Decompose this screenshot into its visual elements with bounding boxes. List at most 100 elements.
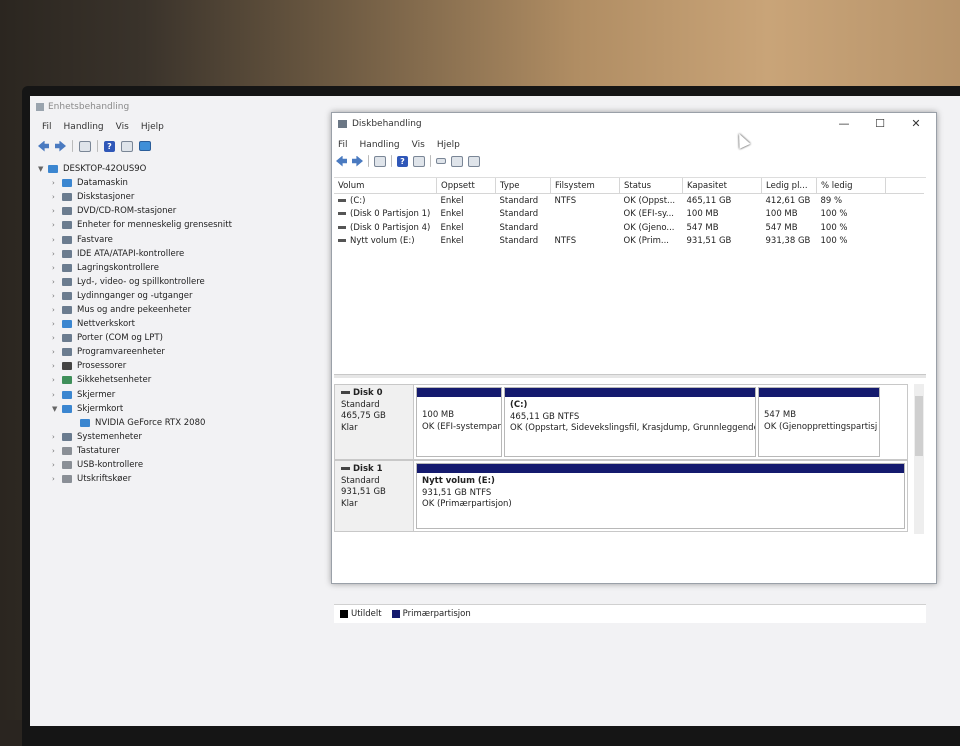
tree-category-item[interactable]: › Diskstasjoner <box>38 190 232 204</box>
disk-1-label[interactable]: Disk 1 Standard 931,51 GB Klar <box>334 460 414 532</box>
help-icon[interactable]: ? <box>397 155 408 167</box>
tree-category-item[interactable]: › Lydinnganger og -utganger <box>38 289 232 303</box>
expand-icon[interactable]: › <box>52 306 62 314</box>
partition-bar <box>759 388 879 397</box>
pane-splitter[interactable] <box>334 374 926 378</box>
tree-category-item[interactable]: › Nettverkskort <box>38 317 232 331</box>
volume-cell: 100 MB <box>762 208 817 222</box>
expand-icon[interactable]: › <box>52 193 62 201</box>
back-icon[interactable] <box>38 140 49 152</box>
tree-category-item[interactable]: › Enheter for menneskelig grensesnitt <box>38 218 232 232</box>
document-icon[interactable] <box>468 155 480 167</box>
tree-category-item[interactable]: › DVD/CD-ROM-stasjoner <box>38 204 232 218</box>
tree-item-label: Tastaturer <box>77 445 120 456</box>
expand-icon[interactable]: › <box>52 447 62 455</box>
menu-view[interactable]: Vis <box>412 140 425 150</box>
forward-icon[interactable] <box>55 140 66 152</box>
printer-icon <box>62 475 72 484</box>
properties-icon[interactable] <box>79 140 91 152</box>
tree-category-item[interactable]: › Lagringskontrollere <box>38 261 232 275</box>
tree-category-item[interactable]: ▼ Skjermkort <box>38 402 232 416</box>
expand-icon[interactable]: › <box>52 292 62 300</box>
expand-icon[interactable]: › <box>52 348 62 356</box>
volume-cell-text: OK (EFI-sy... <box>623 209 674 220</box>
col-type[interactable]: Type <box>495 178 551 194</box>
tree-category-item[interactable]: › IDE ATA/ATAPI-kontrollere <box>38 247 232 261</box>
graphic-view-icon[interactable] <box>413 155 425 167</box>
disk-0-partition-c[interactable]: (C:) 465,11 GB NTFS OK (Oppstart, Sideve… <box>504 387 756 457</box>
tree-root[interactable]: ▼ DESKTOP-42OUS9O <box>38 162 232 176</box>
col-ledig[interactable]: Ledig pl... <box>761 178 817 194</box>
expand-icon[interactable]: › <box>52 475 62 483</box>
expand-icon[interactable]: › <box>52 461 62 469</box>
expand-icon[interactable]: › <box>52 362 62 370</box>
menu-help[interactable]: Hjelp <box>437 140 460 150</box>
tree-category-item[interactable]: › Tastaturer <box>38 444 232 458</box>
volume-table-header: Volum Oppsett Type Filsystem Status Kapa… <box>334 178 924 194</box>
expand-icon[interactable]: › <box>52 264 62 272</box>
view-icon[interactable] <box>121 140 133 152</box>
back-icon[interactable] <box>336 155 347 167</box>
expand-icon[interactable]: › <box>52 278 62 286</box>
volume-cell: 547 MB <box>762 221 817 235</box>
tree-category-item[interactable]: › Fastvare <box>38 232 232 246</box>
menu-view[interactable]: Vis <box>116 122 129 132</box>
tree-category-item[interactable]: › Skjermer <box>38 388 232 402</box>
menu-help[interactable]: Hjelp <box>141 122 164 132</box>
help-icon[interactable]: ? <box>104 140 115 152</box>
tree-category-item[interactable]: › Programvareenheter <box>38 345 232 359</box>
list-view-icon[interactable] <box>374 155 386 167</box>
check-icon[interactable] <box>451 155 463 167</box>
minimize-button[interactable]: — <box>826 117 862 131</box>
collapse-icon[interactable]: ▼ <box>52 405 62 413</box>
menu-action[interactable]: Handling <box>360 140 400 150</box>
volume-row[interactable]: (Disk 0 Partisjon 1) Enkel Standard OK (EFI… <box>334 208 924 222</box>
tree-category-item[interactable]: › Lyd-, video- og spillkontrollere <box>38 275 232 289</box>
col-oppsett[interactable]: Oppsett <box>436 178 496 194</box>
tree-category-item[interactable]: › Porter (COM og LPT) <box>38 331 232 345</box>
tree-category-item[interactable]: › Sikkehetsenheter <box>38 373 232 387</box>
expand-icon[interactable]: › <box>52 433 62 441</box>
expand-icon[interactable]: › <box>52 179 62 187</box>
expand-icon[interactable]: › <box>52 236 62 244</box>
volume-cell: Enkel <box>437 194 496 208</box>
tree-category-item[interactable]: › Utskriftskøer <box>38 472 232 486</box>
col-volum[interactable]: Volum <box>334 178 437 194</box>
disk-1-partition-e[interactable]: Nytt volum (E:) 931,51 GB NTFS OK (Primæ… <box>416 463 905 529</box>
maximize-button[interactable]: ☐ <box>862 117 898 131</box>
connect-icon[interactable] <box>436 158 446 164</box>
menu-file[interactable]: Fil <box>338 140 348 150</box>
volume-row[interactable]: (C:) Enkel Standard NTFS OK (Oppst... 465,11 … <box>334 194 924 208</box>
expand-icon[interactable]: › <box>52 334 62 342</box>
expand-icon[interactable]: › <box>52 320 62 328</box>
volume-row[interactable]: Nytt volum (E:) Enkel Standard NTFS OK (Prim… <box>334 235 924 249</box>
close-button[interactable]: ✕ <box>898 117 934 131</box>
expand-icon[interactable]: › <box>52 221 62 229</box>
scan-hardware-icon[interactable] <box>139 141 151 151</box>
forward-icon[interactable] <box>352 155 363 167</box>
menu-action[interactable]: Handling <box>64 122 104 132</box>
col-status[interactable]: Status <box>619 178 683 194</box>
expand-icon[interactable]: › <box>52 376 62 384</box>
col-kapasitet[interactable]: Kapasitet <box>682 178 762 194</box>
disk-0-partition-recovery[interactable]: 547 MB OK (Gjenopprettingspartisj <box>758 387 880 457</box>
scrollbar-thumb[interactable] <box>915 396 923 456</box>
tree-device-item[interactable]: NVIDIA GeForce RTX 2080 <box>38 416 232 430</box>
expand-icon[interactable]: › <box>52 391 62 399</box>
tree-category-item[interactable]: › Mus og andre pekeenheter <box>38 303 232 317</box>
volume-cell <box>551 221 620 235</box>
disk-0-partition-efi[interactable]: 100 MB OK (EFI-systempar <box>416 387 502 457</box>
tree-category-item[interactable]: › Datamaskin <box>38 176 232 190</box>
expand-icon[interactable]: › <box>52 207 62 215</box>
col-prosent-ledig[interactable]: % ledig <box>816 178 886 194</box>
expand-icon[interactable]: › <box>52 250 62 258</box>
tree-category-item[interactable]: › USB-kontrollere <box>38 458 232 472</box>
collapse-icon[interactable]: ▼ <box>38 165 48 173</box>
disk-pane-scrollbar[interactable] <box>914 384 924 534</box>
disk-0-label[interactable]: Disk 0 Standard 465,75 GB Klar <box>334 384 414 460</box>
menu-file[interactable]: Fil <box>42 122 52 132</box>
col-filsystem[interactable]: Filsystem <box>550 178 620 194</box>
tree-category-item[interactable]: › Prosessorer <box>38 359 232 373</box>
volume-row[interactable]: (Disk 0 Partisjon 4) Enkel Standard OK (Gje… <box>334 221 924 235</box>
tree-category-item[interactable]: › Systemenheter <box>38 430 232 444</box>
